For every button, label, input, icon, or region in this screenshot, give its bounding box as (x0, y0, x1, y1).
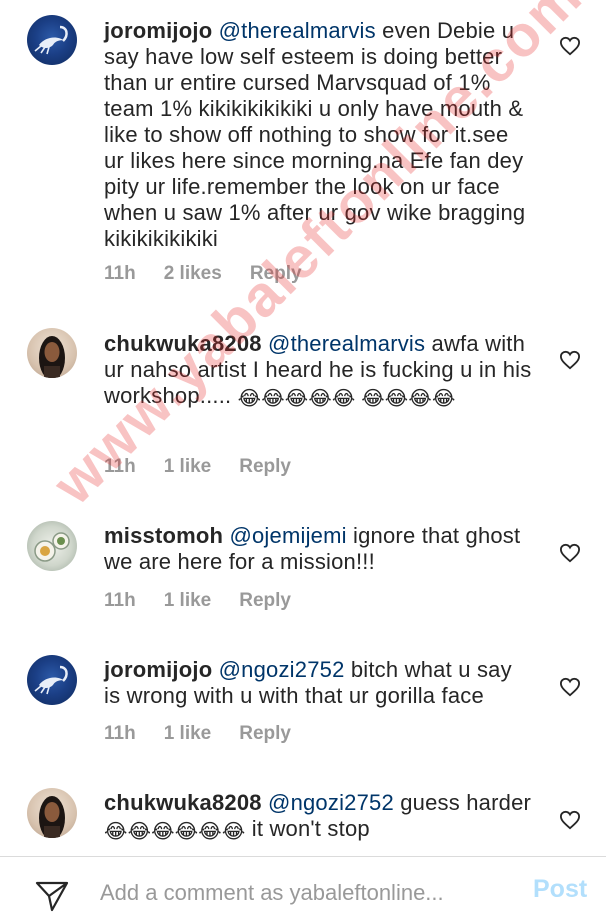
comments-list: joromijojo @therealmarvis even Debie u s… (0, 0, 606, 856)
person-icon (39, 336, 65, 378)
reply-button[interactable]: Reply (239, 590, 291, 612)
comment-mention[interactable]: @ngozi2752 (268, 790, 394, 815)
avatar[interactable] (27, 788, 77, 838)
comment-username[interactable]: joromijojo (104, 18, 212, 43)
comment-text: chukwuka8208 @ngozi2752 guess harder 😂😂😂😂… (104, 790, 534, 843)
heart-icon[interactable] (559, 810, 581, 830)
reply-button[interactable]: Reply (239, 456, 291, 478)
post-button[interactable]: Post (533, 875, 587, 904)
send-icon[interactable] (34, 879, 70, 913)
person-icon (39, 796, 65, 838)
comment-username[interactable]: chukwuka8208 (104, 331, 262, 356)
comment-mention[interactable]: @therealmarvis (219, 18, 376, 43)
comment-likes[interactable]: 1 like (164, 590, 212, 612)
comment-likes[interactable]: 2 likes (164, 263, 222, 285)
comment-time: 11h (104, 723, 136, 744)
comment-text: joromijojo @ngozi2752 bitch what u say i… (104, 657, 534, 709)
comment-composer: Post (0, 856, 606, 922)
reply-button[interactable]: Reply (250, 263, 302, 285)
comment-meta: 11h 1 like Reply (104, 590, 319, 612)
comment-body: guess harder (400, 790, 532, 815)
comment-text: misstomoh @ojemijemi ignore that ghost w… (104, 523, 534, 575)
reply-button[interactable]: Reply (239, 723, 291, 745)
avatar[interactable] (27, 655, 77, 705)
heart-icon[interactable] (559, 677, 581, 697)
comment-mention[interactable]: @therealmarvis (268, 331, 425, 356)
laughing-emoji: 😂😂😂😂😂😂 (104, 821, 246, 843)
comment-likes[interactable]: 1 like (164, 723, 212, 745)
comment-text: chukwuka8208 @therealmarvis awfa with ur… (104, 331, 534, 410)
heart-icon[interactable] (559, 543, 581, 563)
heart-icon[interactable] (559, 350, 581, 370)
comment-username[interactable]: chukwuka8208 (104, 790, 262, 815)
comment-meta: 11h 2 likes Reply (104, 263, 330, 285)
comment-time: 11h (104, 590, 136, 611)
comment-meta: 11h 1 like Reply (104, 723, 319, 745)
comment-input[interactable] (100, 878, 500, 908)
laughing-emoji: 😂😂😂😂😂 😂😂😂😂 (237, 388, 456, 410)
scorpion-icon (34, 25, 68, 55)
comment-mention[interactable]: @ojemijemi (229, 523, 346, 548)
comment-meta: 11h 1 like Reply (104, 456, 319, 478)
comment-likes[interactable]: 1 like (164, 456, 212, 478)
comment-body: even Debie u say have low self esteem is… (104, 18, 526, 251)
heart-icon[interactable] (559, 36, 581, 56)
avatar[interactable] (27, 15, 77, 65)
comment-username[interactable]: joromijojo (104, 657, 212, 682)
comment-time: 11h (104, 263, 136, 284)
comment-text: joromijojo @therealmarvis even Debie u s… (104, 18, 534, 252)
avatar[interactable] (27, 328, 77, 378)
comment-body-tail: it won't stop (251, 816, 370, 841)
scorpion-icon (34, 665, 68, 695)
avatar[interactable] (27, 521, 77, 571)
food-icon (34, 532, 70, 562)
comment-username[interactable]: misstomoh (104, 523, 223, 548)
comment-mention[interactable]: @ngozi2752 (219, 657, 345, 682)
comment-time: 11h (104, 456, 136, 477)
